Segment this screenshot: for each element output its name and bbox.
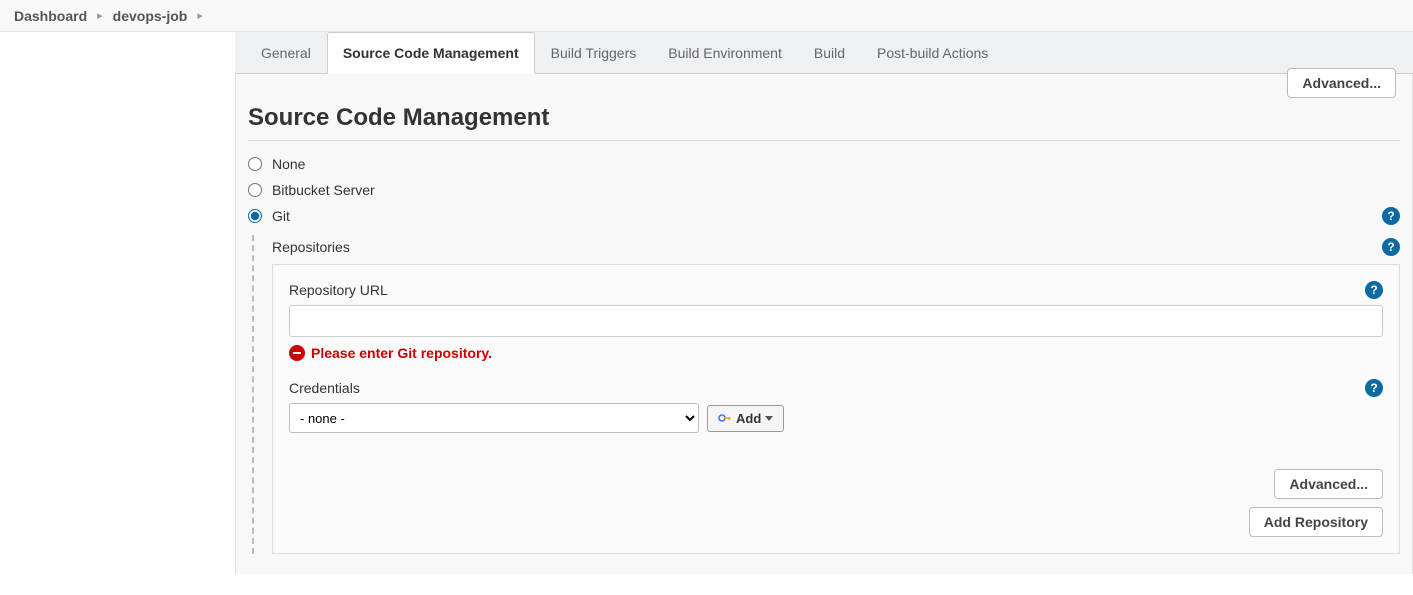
add-repository-button[interactable]: Add Repository [1249,507,1383,537]
config-tabs: General Source Code Management Build Tri… [235,32,1413,74]
radio-row-none: None [248,151,1400,177]
radio-none[interactable] [248,157,262,171]
tab-build[interactable]: Build [798,32,861,74]
help-icon[interactable]: ? [1365,281,1383,299]
add-credentials-label: Add [736,411,761,426]
advanced-button-top[interactable]: Advanced... [1287,68,1396,98]
radio-row-bitbucket: Bitbucket Server [248,177,1400,203]
tab-post[interactable]: Post-build Actions [861,32,1004,74]
radio-label-bitbucket[interactable]: Bitbucket Server [272,182,375,198]
radio-label-none[interactable]: None [272,156,305,172]
radio-bitbucket[interactable] [248,183,262,197]
repositories-label: Repositories [272,239,350,255]
help-icon[interactable]: ? [1382,238,1400,256]
error-text: Please enter Git repository. [311,345,492,361]
error-icon [289,345,305,361]
repo-url-label: Repository URL [289,282,388,298]
breadcrumb: Dashboard ▸ devops-job ▸ [0,0,1413,32]
section-title-scm: Source Code Management [248,74,1400,141]
chevron-down-icon [765,416,773,421]
radio-label-git[interactable]: Git [272,208,290,224]
error-message: Please enter Git repository. [289,345,1383,361]
config-content: Advanced... Source Code Management None … [235,74,1413,574]
breadcrumb-link-dashboard[interactable]: Dashboard [14,8,87,24]
repo-url-input[interactable] [289,305,1383,337]
radio-git[interactable] [248,209,262,223]
chevron-right-icon: ▸ [197,9,203,22]
radio-row-git: Git [248,203,290,229]
repository-box: Repository URL ? Please enter Git reposi… [272,264,1400,554]
credentials-label: Credentials [289,380,360,396]
tab-triggers[interactable]: Build Triggers [535,32,653,74]
tree-line-icon [252,235,254,554]
help-icon[interactable]: ? [1382,207,1400,225]
help-icon[interactable]: ? [1365,379,1383,397]
breadcrumb-link-job[interactable]: devops-job [113,8,188,24]
tab-env[interactable]: Build Environment [652,32,798,74]
advanced-button[interactable]: Advanced... [1274,469,1383,499]
add-credentials-button[interactable]: Add [707,405,784,432]
tab-general[interactable]: General [245,32,327,74]
credentials-select[interactable]: - none - [289,403,699,433]
chevron-right-icon: ▸ [97,9,103,22]
tab-scm[interactable]: Source Code Management [327,32,535,74]
key-icon [718,411,732,425]
